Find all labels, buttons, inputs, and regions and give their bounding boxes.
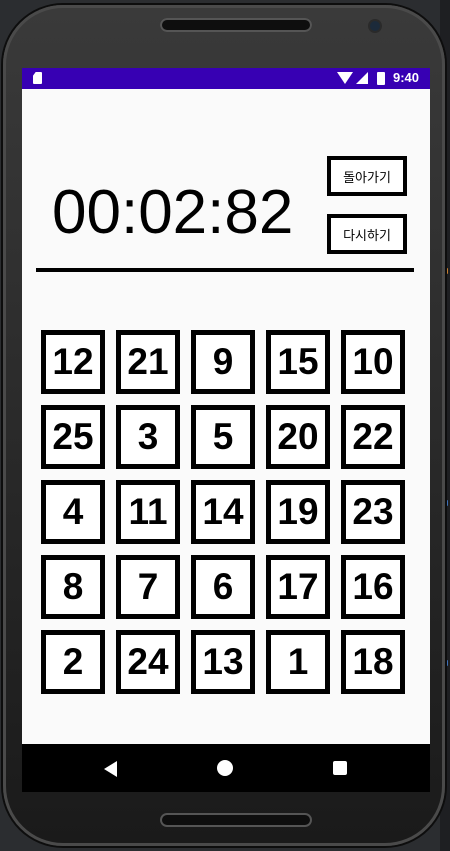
number-tile[interactable]: 14 (191, 480, 255, 544)
number-tile[interactable]: 16 (341, 555, 405, 619)
number-tile[interactable]: 10 (341, 330, 405, 394)
number-tile[interactable]: 1 (266, 630, 330, 694)
earpiece-speaker (160, 18, 312, 32)
bottom-speaker (160, 813, 312, 827)
number-tile[interactable]: 5 (191, 405, 255, 469)
status-bar: 9:40 (22, 68, 430, 89)
restart-button[interactable]: 다시하기 (327, 214, 407, 254)
number-tile[interactable]: 11 (116, 480, 180, 544)
number-grid: 12 21 9 15 10 25 3 5 20 22 4 11 14 19 23… (41, 330, 405, 694)
number-tile[interactable]: 3 (116, 405, 180, 469)
front-camera (370, 21, 380, 31)
number-tile[interactable]: 12 (41, 330, 105, 394)
battery-icon (377, 72, 385, 85)
number-tile[interactable]: 24 (116, 630, 180, 694)
number-tile[interactable]: 4 (41, 480, 105, 544)
back-icon[interactable] (104, 761, 117, 777)
number-tile[interactable]: 19 (266, 480, 330, 544)
number-tile[interactable]: 9 (191, 330, 255, 394)
number-tile[interactable]: 23 (341, 480, 405, 544)
navigation-bar (22, 744, 430, 792)
number-tile[interactable]: 17 (266, 555, 330, 619)
number-tile[interactable]: 25 (41, 405, 105, 469)
number-tile[interactable]: 15 (266, 330, 330, 394)
recents-icon[interactable] (333, 761, 347, 775)
number-tile[interactable]: 18 (341, 630, 405, 694)
number-tile[interactable]: 21 (116, 330, 180, 394)
number-tile[interactable]: 13 (191, 630, 255, 694)
number-tile[interactable]: 8 (41, 555, 105, 619)
wifi-icon (337, 72, 353, 84)
back-button[interactable]: 돌아가기 (327, 156, 407, 196)
status-clock: 9:40 (393, 70, 420, 85)
app-screen: 9:40 00:02:82 돌아가기 다시하기 12 21 9 15 10 25… (22, 68, 430, 744)
number-tile[interactable]: 6 (191, 555, 255, 619)
number-tile[interactable]: 22 (341, 405, 405, 469)
divider (36, 268, 414, 272)
home-icon[interactable] (217, 760, 233, 776)
number-tile[interactable]: 20 (266, 405, 330, 469)
number-tile[interactable]: 2 (41, 630, 105, 694)
sd-card-icon (33, 72, 42, 84)
elapsed-timer: 00:02:82 (52, 178, 294, 247)
signal-icon (356, 72, 368, 84)
number-tile[interactable]: 7 (116, 555, 180, 619)
